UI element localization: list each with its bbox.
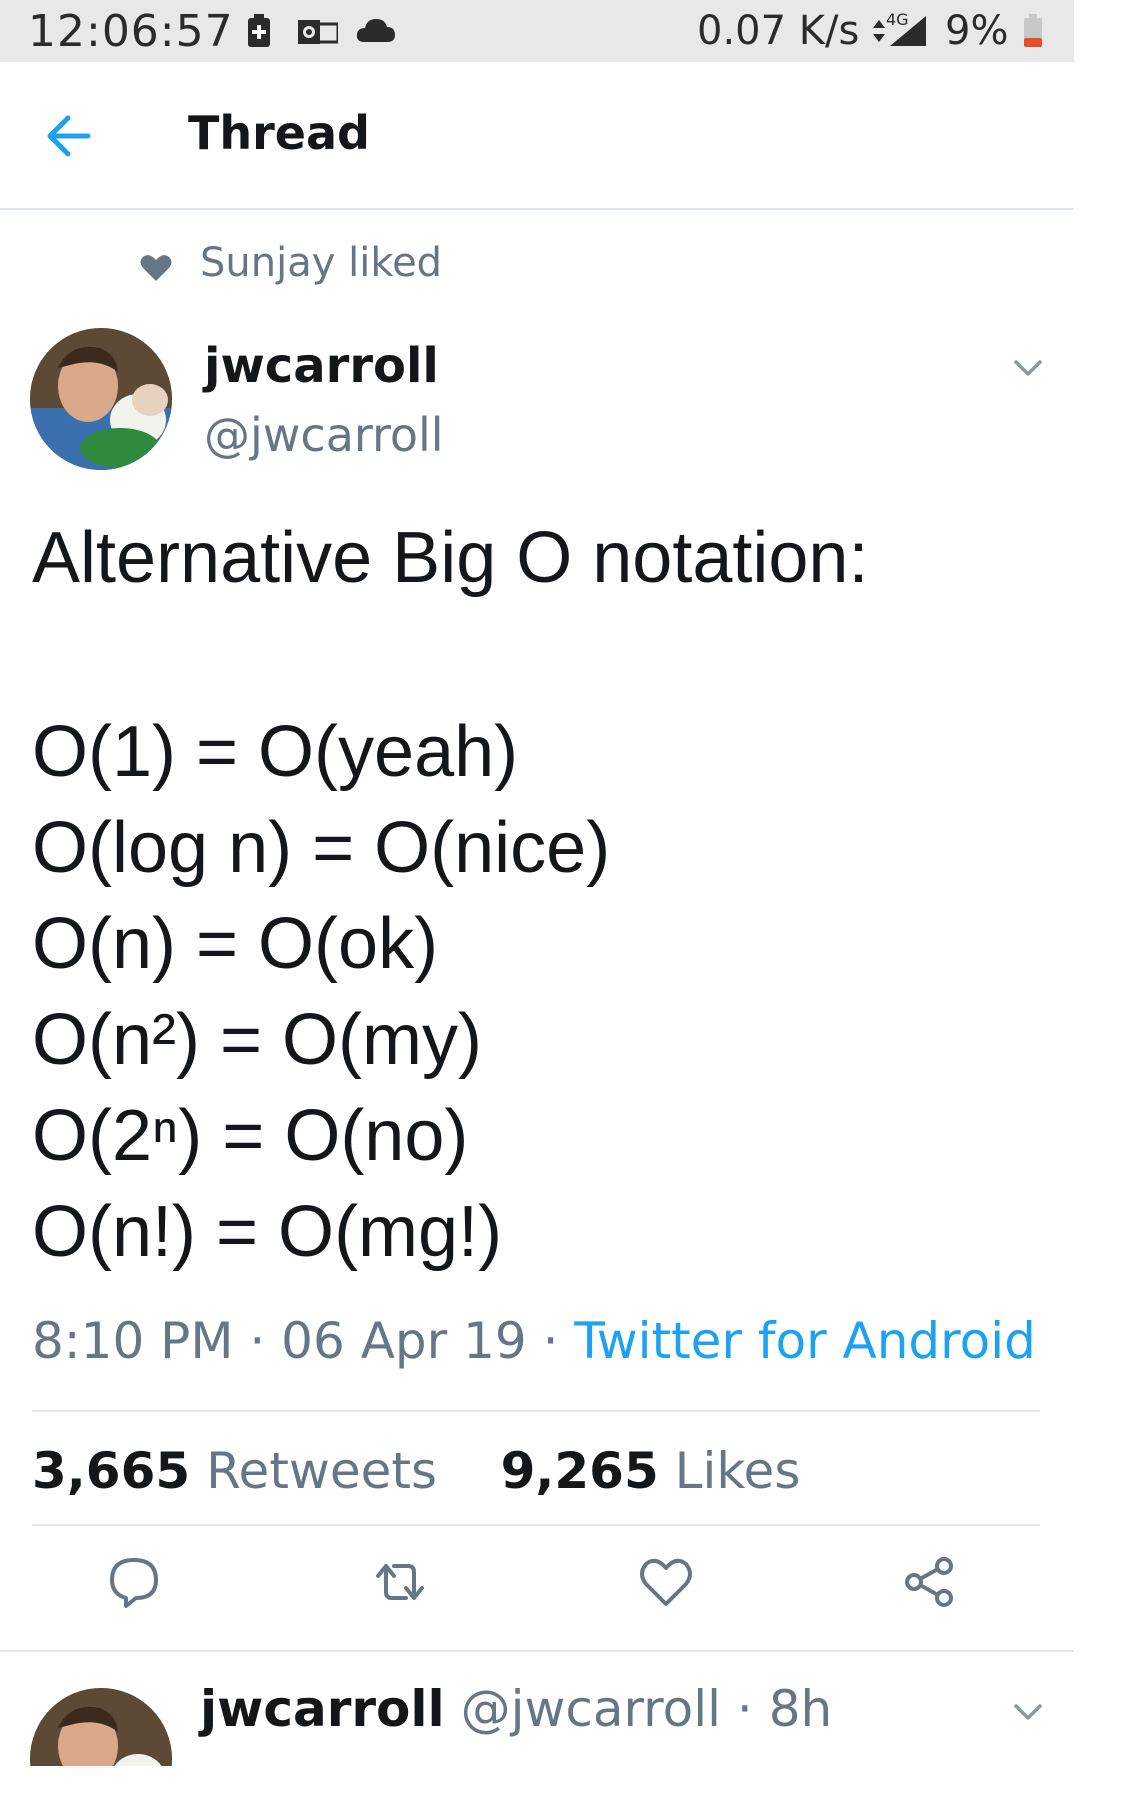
author-name[interactable]: jwcarroll (200, 1680, 445, 1738)
outlook-icon (298, 20, 338, 44)
tweet-date: 06 Apr 19 (281, 1312, 527, 1370)
status-bar: 12:06:57 0.07 K/s 4G 9% (0, 0, 1074, 62)
profile-photo (30, 328, 172, 470)
screen-bottom-edge (0, 1766, 1140, 1804)
like-heart-icon[interactable] (636, 1552, 696, 1612)
battery-percent: 9% (945, 8, 1009, 54)
tweet-stats: 3,665 Retweets 9,265 Likes (32, 1442, 800, 1500)
meta-separator: · (542, 1312, 575, 1370)
status-time: 12:06:57 (28, 6, 234, 57)
battery-icon (1024, 14, 1042, 47)
tweet-line: O(n²) = O(my) (32, 1000, 482, 1080)
likes-label: Likes (674, 1442, 801, 1500)
network-speed: 0.07 K/s (697, 8, 860, 54)
tweet-line: O(n) = O(ok) (32, 904, 439, 984)
meta-separator: · (249, 1312, 282, 1370)
share-icon[interactable] (900, 1552, 960, 1612)
author-name[interactable]: jwcarroll (204, 338, 439, 394)
retweets-label: Retweets (206, 1442, 437, 1500)
tweet-meta: 8:10 PM · 06 Apr 19 · Twitter for Androi… (32, 1312, 1036, 1370)
chevron-down-icon[interactable] (1010, 1700, 1046, 1724)
page-title: Thread (188, 106, 370, 160)
heart-filled-icon (140, 255, 172, 281)
signal-icon (890, 16, 926, 46)
divider (32, 1410, 1040, 1412)
retweets-stat[interactable]: 3,665 Retweets (32, 1442, 437, 1500)
likes-stat[interactable]: 9,265 Likes (501, 1442, 801, 1500)
likes-count: 9,265 (500, 1442, 659, 1500)
tweet-line: O(n!) = O(mg!) (32, 1192, 503, 1272)
retweets-count: 3,665 (32, 1442, 191, 1500)
context-label[interactable]: Sunjay liked (200, 240, 442, 286)
tweet-line: O(2ⁿ) = O(no) (32, 1096, 469, 1176)
tweet-time: 8:10 PM (32, 1312, 234, 1370)
thread-screen: 12:06:57 0.07 K/s 4G 9% Thread Sunjay li… (0, 0, 1140, 1804)
cloud-icon (356, 19, 395, 42)
action-bar (0, 1540, 1074, 1630)
tweet-separator (0, 1650, 1074, 1652)
app-header: Thread (0, 62, 1074, 210)
tweet-text: Alternative Big O notation: O(1) = O(yea… (32, 510, 1042, 1280)
next-tweet-header: jwcarroll @jwcarroll · 8h (200, 1680, 832, 1738)
author-handle[interactable]: @jwcarroll (461, 1680, 721, 1738)
reply-icon[interactable] (104, 1552, 164, 1612)
tweet-heading: Alternative Big O notation: (32, 518, 869, 598)
divider (32, 1524, 1040, 1526)
tweet-line: O(1) = O(yeah) (32, 712, 519, 792)
author-handle[interactable]: @jwcarroll (204, 408, 444, 462)
avatar[interactable] (30, 328, 172, 470)
battery-saver-icon (248, 14, 270, 47)
chevron-down-icon[interactable] (1010, 356, 1046, 380)
tweet-age: · 8h (736, 1680, 833, 1738)
tweet-source-link[interactable]: Twitter for Android (574, 1312, 1035, 1370)
retweet-icon[interactable] (370, 1552, 430, 1612)
back-arrow-icon[interactable] (40, 106, 100, 166)
tweet-line: O(log n) = O(nice) (32, 808, 611, 888)
